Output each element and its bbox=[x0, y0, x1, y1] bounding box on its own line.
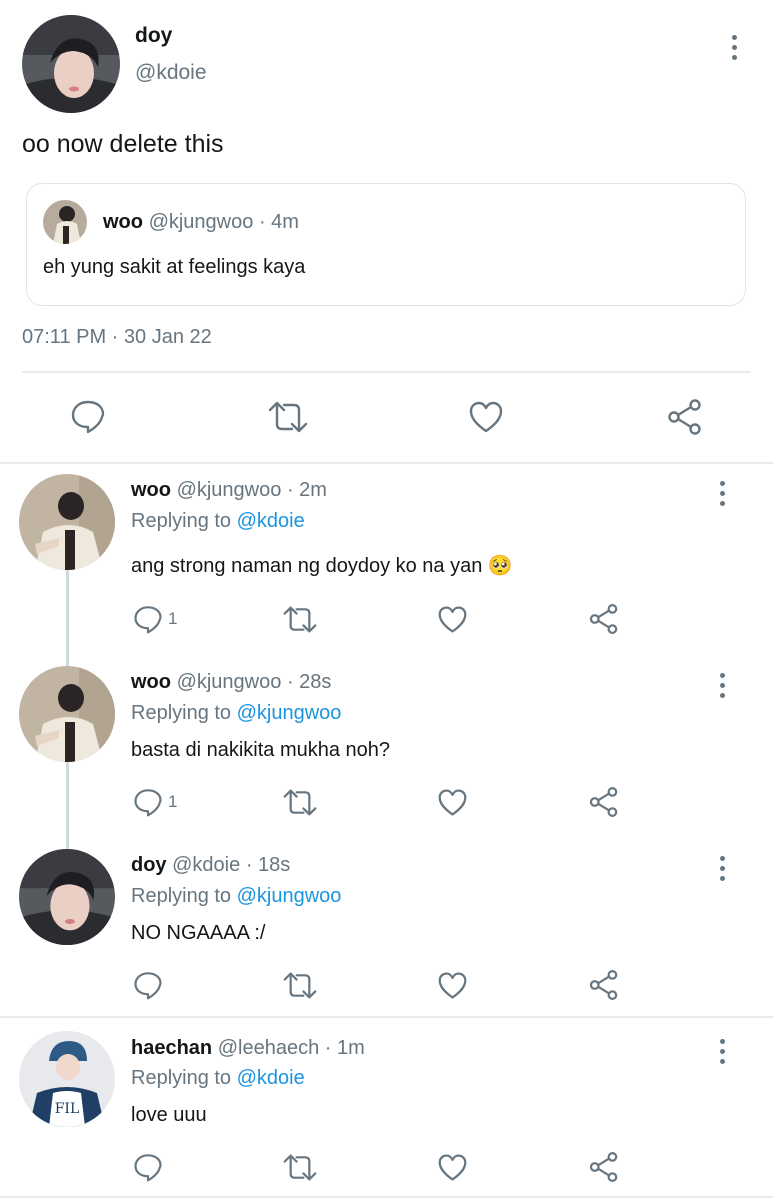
quoted-author-handle: @kjungwoo bbox=[148, 211, 254, 233]
divider bbox=[0, 462, 773, 464]
reply-icon[interactable] bbox=[133, 604, 163, 634]
divider bbox=[0, 1016, 773, 1018]
retweet-icon[interactable] bbox=[283, 605, 317, 634]
author-name[interactable]: woo bbox=[131, 479, 171, 501]
more-vertical-icon[interactable] bbox=[717, 856, 727, 881]
more-vertical-icon[interactable] bbox=[717, 481, 727, 506]
reply-icon[interactable] bbox=[133, 1152, 163, 1182]
share-icon[interactable] bbox=[588, 603, 620, 635]
replying-to-link[interactable]: @kjungwoo bbox=[237, 885, 342, 907]
share-icon[interactable] bbox=[588, 1151, 620, 1183]
author-name[interactable]: doy bbox=[135, 24, 172, 48]
avatar-haechan[interactable]: FIL bbox=[19, 1031, 115, 1127]
retweet-icon[interactable] bbox=[268, 400, 308, 434]
tweet-age: · 28s bbox=[286, 671, 332, 693]
replying-to-link[interactable]: @kjungwoo bbox=[237, 702, 342, 724]
author-handle[interactable]: @kjungwoo bbox=[177, 479, 282, 501]
share-icon[interactable] bbox=[588, 969, 620, 1001]
quoted-text: eh yung sakit at feelings kaya bbox=[43, 256, 306, 278]
reply-icon[interactable] bbox=[133, 787, 163, 817]
author-name[interactable]: doy bbox=[131, 854, 167, 876]
author-handle[interactable]: @kdoie bbox=[135, 61, 207, 85]
tweet-age: · 1m bbox=[324, 1037, 365, 1059]
author-name[interactable]: woo bbox=[131, 671, 171, 693]
more-vertical-icon[interactable] bbox=[729, 35, 739, 60]
replying-to-link[interactable]: @kdoie bbox=[237, 510, 305, 532]
tweet-timestamp[interactable]: 07:11 PM · 30 Jan 22 bbox=[22, 326, 212, 349]
reply-count: 1 bbox=[168, 609, 178, 628]
author-handle[interactable]: @kjungwoo bbox=[177, 671, 282, 693]
author-name[interactable]: haechan bbox=[131, 1037, 212, 1059]
heart-icon[interactable] bbox=[437, 1153, 468, 1182]
retweet-icon[interactable] bbox=[283, 788, 317, 817]
reply-count: 1 bbox=[168, 792, 178, 811]
tweet-age: · 18s bbox=[245, 854, 291, 876]
divider bbox=[0, 1196, 773, 1198]
heart-icon[interactable] bbox=[437, 788, 468, 817]
avatar-woo[interactable] bbox=[19, 474, 115, 570]
share-icon[interactable] bbox=[666, 398, 704, 436]
author-handle[interactable]: @leehaech bbox=[218, 1037, 319, 1059]
avatar-shirt-text: FIL bbox=[55, 1101, 80, 1117]
quoted-tweet[interactable]: woo @kjungwoo · 4m eh yung sakit at feel… bbox=[26, 183, 746, 306]
replying-label: Replying to bbox=[131, 1067, 232, 1089]
heart-icon[interactable] bbox=[468, 400, 504, 434]
replying-to-link[interactable]: @kdoie bbox=[237, 1067, 305, 1089]
avatar-doy[interactable] bbox=[19, 849, 115, 945]
tweet-text: love uuu bbox=[131, 1104, 207, 1126]
heart-icon[interactable] bbox=[437, 605, 468, 634]
avatar-doy[interactable] bbox=[22, 15, 120, 113]
share-icon[interactable] bbox=[588, 786, 620, 818]
retweet-icon[interactable] bbox=[283, 1153, 317, 1182]
author-handle[interactable]: @kdoie bbox=[172, 854, 240, 876]
divider bbox=[22, 371, 751, 373]
avatar-woo-small bbox=[43, 200, 87, 244]
quoted-author-name: woo bbox=[103, 211, 143, 233]
more-vertical-icon[interactable] bbox=[717, 673, 727, 698]
heart-icon[interactable] bbox=[437, 971, 468, 1000]
tweet-text: basta di nakikita mukha noh? bbox=[131, 739, 391, 761]
avatar-woo[interactable] bbox=[19, 666, 115, 762]
more-vertical-icon[interactable] bbox=[717, 1039, 727, 1064]
replying-label: Replying to bbox=[131, 510, 232, 532]
replying-label: Replying to bbox=[131, 702, 232, 724]
tweet-text: NO NGAAAA :/ bbox=[131, 922, 266, 944]
retweet-icon[interactable] bbox=[283, 971, 317, 1000]
reply-icon[interactable] bbox=[133, 970, 163, 1000]
replying-label: Replying to bbox=[131, 885, 232, 907]
tweet-text: ang strong naman ng doydoy ko na yan 🥺 bbox=[131, 555, 513, 577]
quoted-age: · 4m bbox=[258, 211, 299, 233]
tweet-age: · 2m bbox=[286, 479, 327, 501]
reply-icon[interactable] bbox=[70, 398, 106, 434]
tweet-text: oo now delete this bbox=[22, 130, 224, 158]
